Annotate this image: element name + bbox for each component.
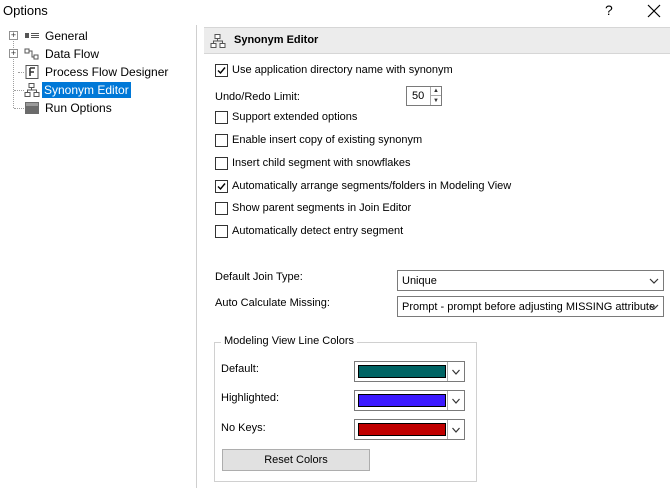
insert-copy-checkbox[interactable]: Enable insert copy of existing synonym (215, 132, 422, 148)
highlighted-color-picker[interactable] (354, 390, 465, 411)
tree-item-general[interactable]: + General (0, 27, 190, 45)
checkbox-box[interactable] (215, 133, 228, 147)
checkbox-box[interactable] (215, 110, 228, 124)
default-join-label: Default Join Type: (215, 271, 303, 283)
auto-calc-missing-label: Auto Calculate Missing: (215, 297, 330, 309)
auto-arrange-checkbox[interactable]: Automatically arrange segments/folders i… (215, 178, 511, 194)
tree-item-label: Synonym Editor (42, 82, 131, 98)
tree-item-label: Process Flow Designer (45, 65, 169, 79)
checkbox-box[interactable] (215, 63, 228, 77)
tree-item-synonym-editor[interactable]: Synonym Editor (0, 81, 190, 99)
default-join-select[interactable]: Unique (397, 270, 664, 291)
checkbox-box[interactable] (215, 179, 228, 193)
default-color-picker[interactable] (354, 361, 465, 382)
expand-icon[interactable]: + (9, 49, 18, 58)
support-extended-checkbox[interactable]: Support extended options (215, 109, 357, 125)
show-parent-checkbox[interactable]: Show parent segments in Join Editor (215, 200, 411, 216)
help-button[interactable]: ? (605, 2, 613, 18)
use-app-directory-checkbox[interactable]: Use application directory name with syno… (215, 62, 453, 78)
chevron-down-icon (649, 304, 659, 310)
expand-icon[interactable]: + (9, 31, 18, 40)
close-button[interactable] (642, 0, 666, 22)
checkbox-label: Automatically detect entry segment (232, 225, 404, 237)
title-bar: Options ? (0, 0, 670, 24)
panel-header: Synonym Editor (204, 27, 670, 54)
options-tree[interactable]: + General + Data Flow Process Flow Desig… (0, 25, 197, 488)
undo-redo-stepper[interactable]: 50 ▲ ▼ (406, 86, 442, 106)
checkmark-icon (217, 66, 226, 74)
checkbox-label: Use application directory name with syno… (232, 64, 453, 76)
checkbox-box[interactable] (215, 201, 228, 215)
reset-colors-button[interactable]: Reset Colors (222, 449, 370, 471)
process-flow-icon (24, 65, 40, 79)
auto-calc-missing-value: Prompt - prompt before adjusting MISSING… (402, 301, 656, 313)
checkbox-label: Automatically arrange segments/folders i… (232, 180, 512, 192)
chevron-down-icon[interactable] (447, 420, 464, 439)
no-keys-color-label: No Keys: (221, 422, 266, 434)
tree-item-run-options[interactable]: Run Options (0, 99, 190, 117)
tree-item-label: Run Options (45, 101, 112, 115)
chevron-down-icon[interactable] (447, 362, 464, 381)
default-color-label: Default: (221, 363, 259, 375)
checkmark-icon (217, 182, 226, 190)
default-join-value: Unique (402, 275, 437, 287)
undo-redo-value[interactable]: 50 (412, 90, 424, 102)
tree-item-process-flow-designer[interactable]: Process Flow Designer (0, 63, 190, 81)
run-options-icon (24, 101, 40, 115)
auto-detect-checkbox[interactable]: Automatically detect entry segment (215, 223, 403, 239)
data-flow-icon (24, 47, 40, 61)
tree-item-label: Data Flow (45, 47, 100, 61)
synonym-hierarchy-icon (210, 33, 226, 49)
checkbox-label: Support extended options (232, 111, 358, 123)
stepper-up-icon[interactable]: ▲ (431, 87, 441, 96)
color-swatch (358, 365, 446, 378)
chevron-down-icon (649, 278, 659, 284)
tree-item-label: General (45, 29, 88, 43)
highlighted-color-label: Highlighted: (221, 392, 280, 404)
insert-child-checkbox[interactable]: Insert child segment with snowflakes (215, 155, 411, 171)
stepper-down-icon[interactable]: ▼ (431, 96, 441, 105)
chevron-down-icon[interactable] (447, 391, 464, 410)
synonym-hierarchy-icon (24, 83, 40, 97)
undo-redo-label: Undo/Redo Limit: (215, 91, 300, 103)
color-swatch (358, 394, 446, 407)
general-settings-icon (24, 29, 40, 43)
tree-item-data-flow[interactable]: + Data Flow (0, 45, 190, 63)
checkbox-label: Insert child segment with snowflakes (232, 157, 411, 169)
panel-title: Synonym Editor (234, 34, 319, 46)
auto-calc-missing-select[interactable]: Prompt - prompt before adjusting MISSING… (397, 296, 664, 317)
checkbox-box[interactable] (215, 224, 228, 238)
close-icon (647, 4, 661, 18)
no-keys-color-picker[interactable] (354, 419, 465, 440)
checkbox-label: Enable insert copy of existing synonym (232, 134, 423, 146)
window-title: Options (3, 3, 48, 18)
checkbox-label: Show parent segments in Join Editor (232, 202, 412, 214)
color-swatch (358, 423, 446, 436)
checkbox-box[interactable] (215, 156, 228, 170)
line-colors-group-title: Modeling View Line Colors (221, 335, 358, 347)
